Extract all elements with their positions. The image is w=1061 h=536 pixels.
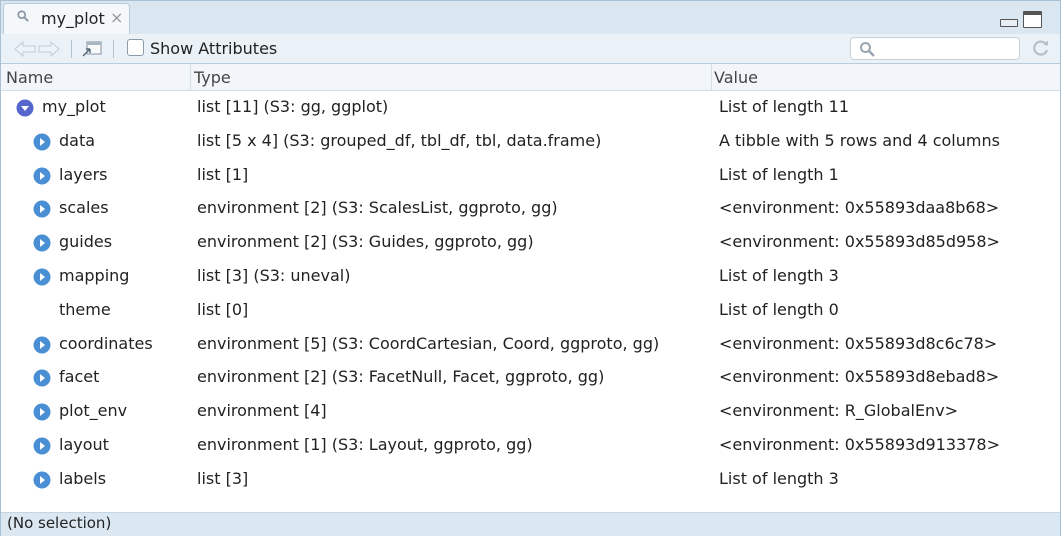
column-resize-handle[interactable] xyxy=(190,64,191,90)
cell-type: list [3] xyxy=(197,468,249,488)
cell-name: facet xyxy=(59,367,100,387)
cell-name: scales xyxy=(59,198,109,218)
collapse-toggle-icon[interactable] xyxy=(16,99,34,117)
cell-type: list [5 x 4] (S3: grouped_df, tbl_df, tb… xyxy=(197,130,602,150)
cell-value: List of length 0 xyxy=(719,299,839,319)
column-resize-handle[interactable] xyxy=(711,64,712,90)
close-icon[interactable]: × xyxy=(110,10,123,26)
table-row[interactable]: layers list [1] List of length 1 xyxy=(1,159,1060,193)
cell-type: environment [2] (S3: Guides, ggproto, gg… xyxy=(197,232,534,252)
expand-toggle-icon[interactable] xyxy=(33,336,51,354)
cell-type: environment [1] (S3: Layout, ggproto, gg… xyxy=(197,435,533,454)
toolbar: Show Attributes xyxy=(1,34,1060,64)
search-box[interactable] xyxy=(850,37,1020,60)
cell-name: coordinates xyxy=(59,333,153,353)
cell-type: environment [4] xyxy=(197,401,327,421)
cell-type: list [11] (S3: gg, ggplot) xyxy=(197,97,389,116)
expand-toggle-icon[interactable] xyxy=(33,369,51,387)
table-row[interactable]: mapping list [3] (S3: uneval) List of leng… xyxy=(1,260,1060,294)
cell-name: plot_env xyxy=(59,401,128,421)
data-viewer-window: my_plot × Show Attributes Name Type Valu… xyxy=(0,0,1061,536)
object-tree-table: my_plot list [11] (S3: gg, ggplot) List of… xyxy=(1,91,1060,511)
table-row[interactable]: labels list [3] List of length 3 xyxy=(1,463,1060,497)
expand-toggle-icon[interactable] xyxy=(33,133,51,151)
cell-type: list [0] xyxy=(197,299,249,319)
table-row[interactable]: theme list [0] List of length 0 xyxy=(1,294,1060,328)
refresh-icon[interactable] xyxy=(1031,38,1051,58)
table-row[interactable]: guides environment [2] (S3: Guides, ggpro… xyxy=(1,226,1060,260)
tab-my-plot[interactable]: my_plot × xyxy=(3,3,130,34)
cell-value: <environment: R_GlobalEnv> xyxy=(719,401,959,421)
expand-toggle-icon[interactable] xyxy=(33,200,51,218)
column-header-row: Name Type Value xyxy=(1,64,1060,91)
open-in-window-icon[interactable] xyxy=(81,40,103,58)
expand-toggle-icon[interactable] xyxy=(33,167,51,185)
expand-toggle-icon[interactable] xyxy=(33,437,51,455)
table-row[interactable]: data list [5 x 4] (S3: grouped_df, tbl_df… xyxy=(1,125,1060,159)
cell-value: A tibble with 5 rows and 4 columns xyxy=(719,130,1000,150)
search-input[interactable] xyxy=(881,39,1013,58)
cell-type: environment [5] (S3: CoordCartesian, Coo… xyxy=(197,333,660,353)
cell-value: <environment: 0x55893d85d958> xyxy=(719,232,1000,252)
table-row[interactable]: plot_env environment [4] <environment: R_G… xyxy=(1,395,1060,429)
table-row[interactable]: my_plot list [11] (S3: gg, ggplot) List of… xyxy=(1,91,1060,125)
show-attributes-checkbox[interactable] xyxy=(127,39,144,56)
cell-value: <environment: 0x55893d8ebad8> xyxy=(719,367,1000,387)
cell-value: List of length 3 xyxy=(719,468,839,488)
expand-toggle-icon[interactable] xyxy=(33,234,51,252)
toolbar-divider xyxy=(113,40,114,58)
expand-toggle-icon[interactable] xyxy=(33,471,51,489)
cell-value: List of length 1 xyxy=(719,164,839,184)
column-header-name[interactable]: Name xyxy=(6,68,53,87)
table-row[interactable]: coordinates environment [5] (S3: CoordCar… xyxy=(1,328,1060,362)
table-row[interactable]: scales environment [2] (S3: ScalesList, g… xyxy=(1,192,1060,226)
cell-name: layers xyxy=(59,164,108,184)
cell-type: list [1] xyxy=(197,164,249,184)
search-icon xyxy=(17,10,29,22)
cell-type: environment [2] (S3: ScalesList, ggproto… xyxy=(197,198,558,218)
status-text: (No selection) xyxy=(7,514,112,532)
cell-name: layout xyxy=(59,435,109,454)
back-forward-arrows-icon[interactable] xyxy=(13,41,61,57)
show-attributes-label: Show Attributes xyxy=(150,39,278,58)
table-row[interactable]: facet environment [2] (S3: FacetNull, Fac… xyxy=(1,361,1060,395)
tab-strip: my_plot × xyxy=(1,1,1060,35)
cell-name: mapping xyxy=(59,266,130,285)
cell-name: labels xyxy=(59,468,107,488)
cell-type: list [3] (S3: uneval) xyxy=(197,266,351,285)
status-bar: (No selection) xyxy=(1,512,1060,536)
expand-toggle-icon[interactable] xyxy=(33,403,51,421)
cell-value: <environment: 0x55893d913378> xyxy=(719,435,1000,454)
cell-name: data xyxy=(59,130,96,150)
toolbar-divider xyxy=(71,40,72,58)
cell-name: my_plot xyxy=(42,97,106,116)
cell-value: <environment: 0x55893d8c6c78> xyxy=(719,333,998,353)
table-row[interactable]: layout environment [1] (S3: Layout, ggpro… xyxy=(1,429,1060,463)
column-header-type[interactable]: Type xyxy=(194,68,231,87)
cell-value: <environment: 0x55893daa8b68> xyxy=(719,198,1000,218)
cell-value: List of length 3 xyxy=(719,266,839,285)
expand-toggle-icon[interactable] xyxy=(33,268,51,286)
cell-name: guides xyxy=(59,232,113,252)
cell-value: List of length 11 xyxy=(719,97,850,116)
cell-name: theme xyxy=(59,299,111,319)
tab-title: my_plot xyxy=(41,9,105,28)
column-header-value[interactable]: Value xyxy=(714,68,758,87)
minimize-button[interactable] xyxy=(1000,19,1018,27)
maximize-button[interactable] xyxy=(1023,11,1042,28)
cell-type: environment [2] (S3: FacetNull, Facet, g… xyxy=(197,367,605,387)
search-icon xyxy=(860,42,875,57)
